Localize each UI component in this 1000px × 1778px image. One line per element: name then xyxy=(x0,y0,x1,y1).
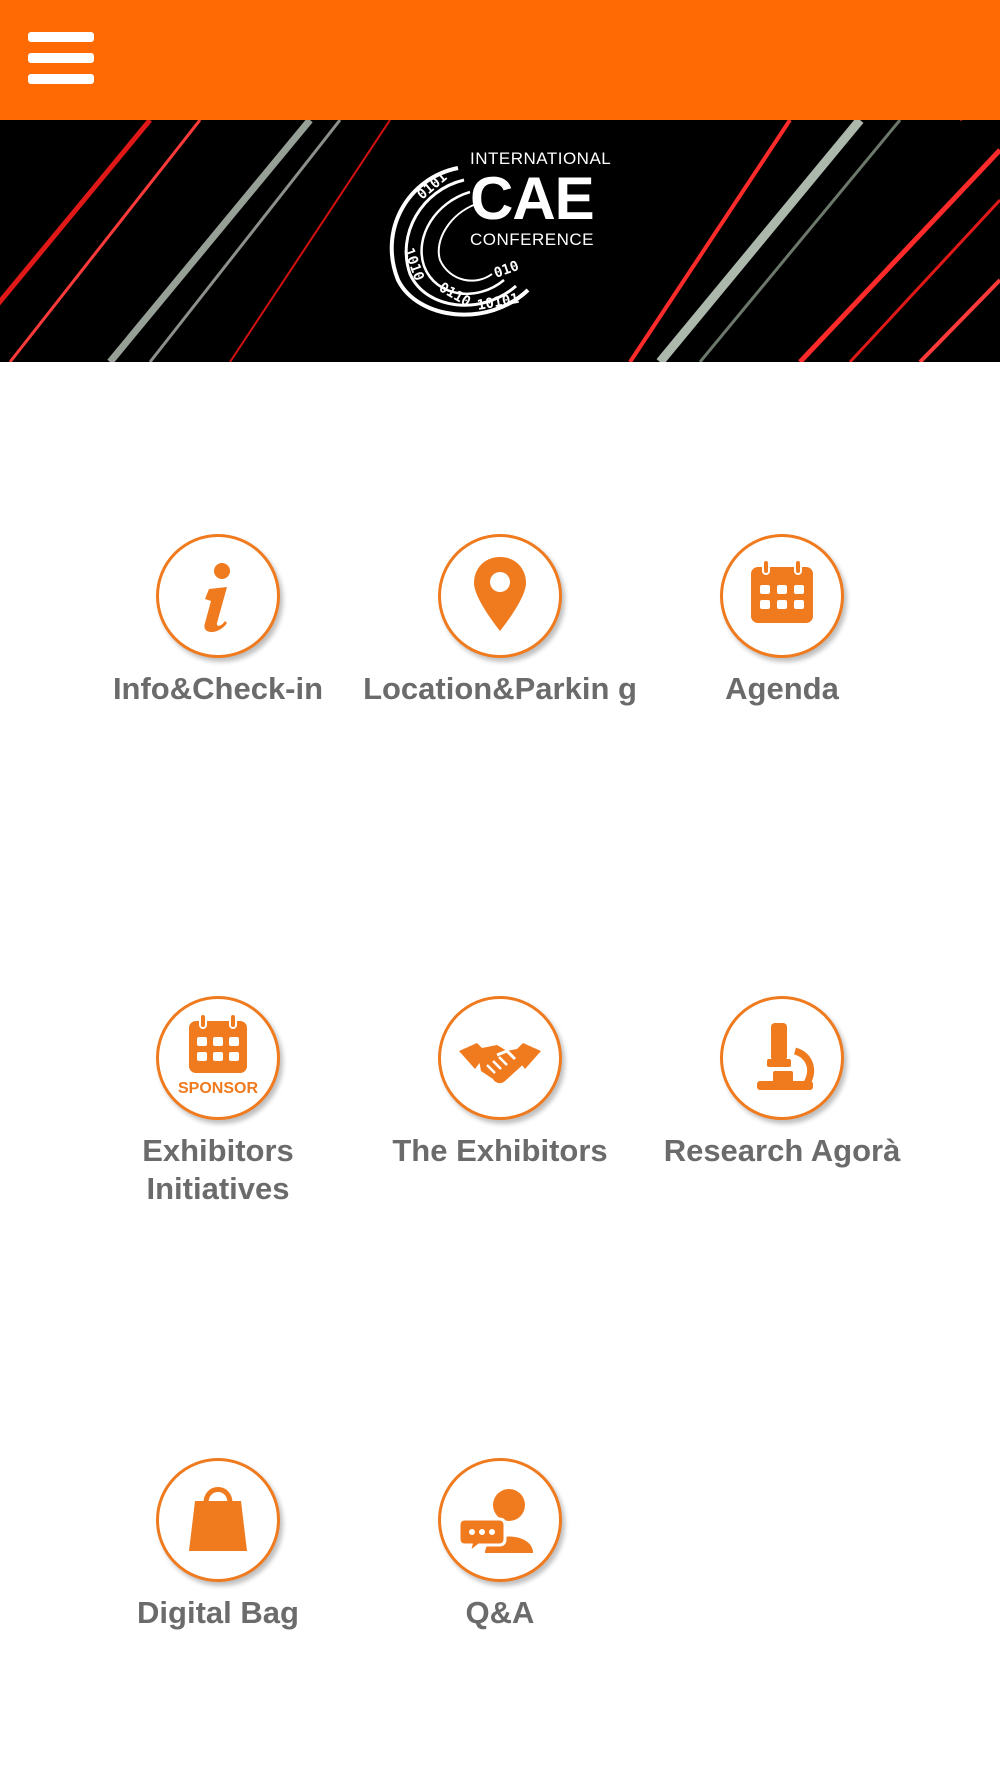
logo-line-cae: CAE xyxy=(470,165,595,232)
chat-person-icon xyxy=(438,1458,562,1582)
info-icon xyxy=(156,534,280,658)
shopping-bag-icon xyxy=(156,1458,280,1582)
menu-tile-label: Q&A xyxy=(465,1595,535,1630)
calendar-icon xyxy=(720,534,844,658)
menu-tile-label: Info&Check-in xyxy=(112,671,324,706)
menu-tile-label: The Exhibitors xyxy=(392,1133,608,1168)
menu-tile-label: Agenda xyxy=(725,671,839,706)
sponsor-calendar-icon: SPONSOR xyxy=(156,996,280,1120)
svg-text:010: 010 xyxy=(492,258,521,282)
svg-text:SPONSOR: SPONSOR xyxy=(178,1080,258,1097)
svg-text:10101: 10101 xyxy=(476,291,520,314)
menu-tile-label: Digital Bag xyxy=(137,1595,299,1630)
logo-wordmark: INTERNATIONAL CAE CONFERENCE xyxy=(470,150,611,248)
location-pin-icon xyxy=(438,534,562,658)
cae-conference-logo: 0101 1010 0110 10101 010 INTERNATIONAL C… xyxy=(378,150,611,330)
microscope-icon xyxy=(720,996,844,1120)
hamburger-menu-icon[interactable] xyxy=(28,30,94,86)
handshake-icon xyxy=(438,996,562,1120)
menu-tile-label: Research Agorà xyxy=(663,1133,901,1168)
svg-text:1010: 1010 xyxy=(400,246,427,283)
menu-tile-label: Exhibitors Initiatives xyxy=(142,1133,294,1206)
header-banner: 0101 1010 0110 10101 010 INTERNATIONAL C… xyxy=(0,120,1000,362)
menu-tile-label: Location&Parkin g xyxy=(363,671,637,706)
logo-line-conference: CONFERENCE xyxy=(470,230,595,249)
app-bar xyxy=(0,0,1000,120)
